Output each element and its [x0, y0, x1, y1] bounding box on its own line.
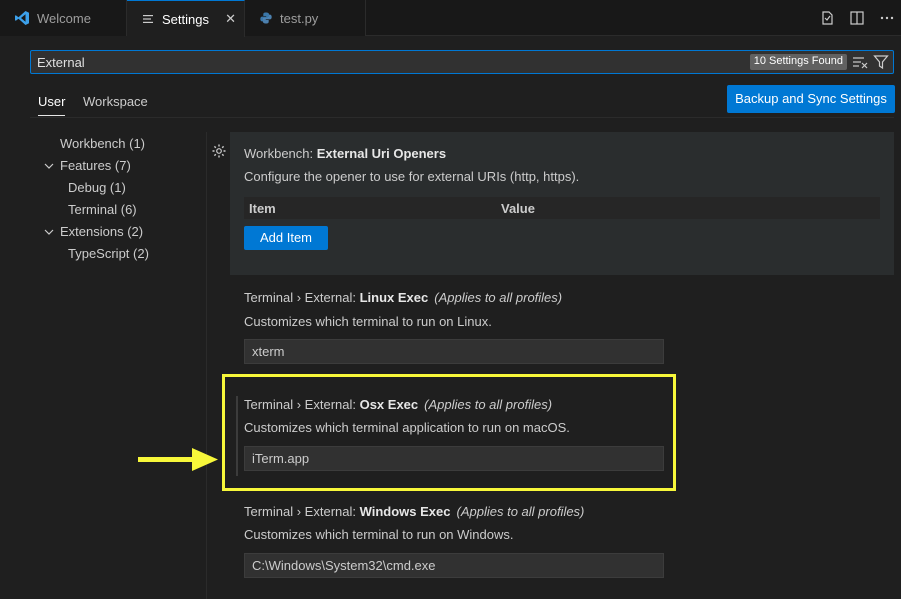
more-actions-icon[interactable]: [879, 10, 895, 26]
settings-found-badge: 10 Settings Found: [749, 54, 847, 70]
setting-name: Windows Exec: [359, 504, 451, 519]
setting-name: External Uri Openers: [316, 146, 447, 161]
toc-item-workbench[interactable]: Workbench (1): [60, 136, 145, 151]
open-settings-json-icon[interactable]: [819, 10, 835, 26]
setting-category: Terminal › External:: [244, 504, 360, 519]
setting-description: Configure the opener to use for external…: [244, 169, 580, 184]
column-header-value: Value: [501, 201, 535, 216]
toc-divider: [206, 132, 207, 599]
split-editor-icon[interactable]: [849, 10, 865, 26]
column-header-item: Item: [249, 201, 276, 216]
chevron-down-icon[interactable]: [44, 227, 54, 237]
setting-description: Customizes which terminal to run on Wind…: [244, 527, 514, 542]
toc-item-extensions[interactable]: Extensions (2): [60, 224, 143, 239]
tab-settings[interactable]: Settings ✕: [127, 0, 245, 37]
tab-test-py[interactable]: test.py: [245, 0, 366, 36]
settings-search-box: 10 Settings Found: [30, 50, 894, 74]
setting-scope-note: (Applies to all profiles): [434, 290, 563, 305]
tab-label: Welcome: [37, 10, 91, 26]
clear-filter-icon[interactable]: [852, 54, 868, 70]
setting-title: Workbench: External Uri Openers: [244, 146, 446, 161]
annotation-highlight-box: [222, 374, 676, 491]
annotation-arrow-icon: [138, 448, 218, 471]
setting-scope-note: (Applies to all profiles): [456, 504, 585, 519]
tab-label: Settings: [162, 11, 209, 27]
tab-welcome[interactable]: Welcome: [0, 0, 127, 36]
settings-lines-icon: [143, 15, 153, 23]
editor-tab-bar: Welcome Settings ✕ test.py: [0, 0, 901, 37]
header-divider: [30, 117, 894, 118]
toc-item-debug[interactable]: Debug (1): [68, 180, 126, 195]
toc-item-terminal[interactable]: Terminal (6): [68, 202, 137, 217]
toc-item-features[interactable]: Features (7): [60, 158, 131, 173]
setting-title: Terminal › External: Windows Exec (Applie…: [244, 504, 584, 519]
add-item-button[interactable]: Add Item: [244, 226, 328, 250]
backup-and-sync-button[interactable]: Backup and Sync Settings: [727, 85, 895, 113]
editor-actions: [819, 0, 901, 36]
setting-category: Terminal › External:: [244, 290, 360, 305]
vscode-icon: [15, 11, 29, 25]
linux-exec-input[interactable]: [244, 339, 664, 364]
close-icon[interactable]: ✕: [225, 11, 236, 27]
setting-title: Terminal › External: Linux Exec (Applies …: [244, 290, 562, 305]
chevron-down-icon[interactable]: [44, 161, 54, 171]
table-header: Item Value: [244, 197, 880, 219]
tab-workspace-settings[interactable]: Workspace: [83, 94, 148, 109]
tab-label: test.py: [280, 10, 319, 26]
python-icon: [260, 12, 272, 24]
setting-description: Customizes which terminal to run on Linu…: [244, 314, 492, 329]
setting-name: Linux Exec: [359, 290, 429, 305]
setting-category: Workbench:: [244, 146, 317, 161]
toc-item-typescript[interactable]: TypeScript (2): [68, 246, 149, 261]
gear-icon[interactable]: [211, 143, 227, 159]
filter-icon[interactable]: [873, 54, 889, 70]
windows-exec-input[interactable]: [244, 553, 664, 578]
tab-user-settings[interactable]: User: [38, 94, 66, 116]
settings-search-input[interactable]: [37, 54, 637, 70]
